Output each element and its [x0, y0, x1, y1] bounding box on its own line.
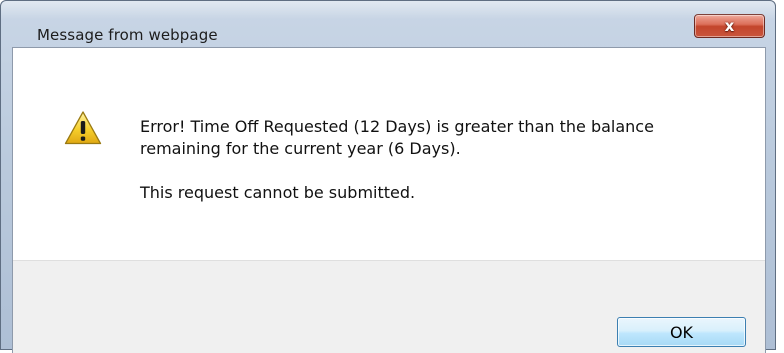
button-area: OK [13, 260, 765, 353]
dialog-body: Error! Time Off Requested (12 Days) is g… [12, 47, 766, 353]
warning-icon [64, 111, 102, 145]
message-line: This request cannot be submitted. [140, 183, 416, 202]
title-bar[interactable]: Message from webpage x [1, 1, 775, 45]
close-button[interactable]: x [694, 14, 765, 38]
message-line: Error! Time Off Requested (12 Days) is g… [140, 117, 654, 136]
dialog-window: Message from webpage x Error! Time Off R… [0, 0, 776, 353]
message-line: remaining for the current year (6 Days). [140, 139, 461, 158]
close-icon: x [724, 17, 735, 35]
ok-button[interactable]: OK [617, 317, 746, 347]
message-area: Error! Time Off Requested (12 Days) is g… [13, 48, 765, 260]
dialog-title: Message from webpage [37, 26, 218, 44]
message-text: Error! Time Off Requested (12 Days) is g… [140, 116, 740, 204]
